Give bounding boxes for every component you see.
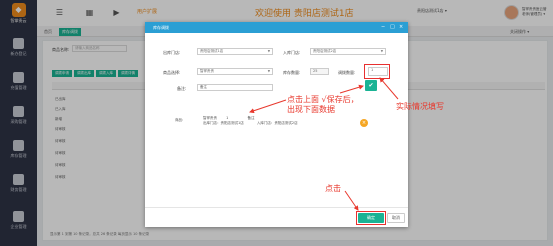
item-name: 智掌贵贵 [203,116,217,120]
modal-header: 库存调拨 − □ × [145,22,408,33]
transfer-qty-label: 调拨数量: [338,70,356,75]
delete-item-icon[interactable]: × [360,119,368,127]
annotation-fill-note: 实际情况填写 [396,102,444,111]
qty-highlight-box [364,64,390,79]
item-in-store: 入库门店：贵阳店测试2店 [256,121,298,125]
out-store-select[interactable]: 贵阳店测试1店 ▼ [197,48,273,55]
remark-field[interactable]: 备注 [197,84,273,91]
close-icon[interactable]: × [399,24,403,30]
modal-title: 库存调拨 [153,25,169,30]
in-store-label: 入库门店: [283,50,301,55]
chevron-down-icon: ▼ [267,49,270,53]
product-select[interactable]: 智掌贵贵 ▼ [197,68,273,75]
save-check-button[interactable]: ✔ [365,80,377,91]
in-store-value: 贵阳店测试2店 [313,49,337,53]
product-label: 商品选择: [163,70,181,75]
remark-label: 备注: [177,86,187,91]
item-out-store: 出库门店：贵阳店测试1店 [203,121,244,125]
out-store-label: 出库门店: [163,50,181,55]
product-value: 智掌贵贵 [200,69,214,73]
in-store-select[interactable]: 贵阳店测试2店 ▼ [310,48,386,55]
check-icon: ✔ [368,82,374,89]
modal-footer-divider [145,207,408,208]
cancel-button[interactable]: 取消 [387,213,405,223]
item-remark: 备注 [247,116,255,120]
stock-label: 库存数量: [283,70,301,75]
annotation-click-note: 点击 [325,184,341,193]
maximize-icon[interactable]: □ [390,24,395,30]
item-label: 商品: [175,118,184,122]
stock-field: 25 [310,68,329,75]
confirm-highlight-box [356,211,386,225]
item-qty: 1 [226,116,229,120]
annotation-save-note: 点击上面 √保存后，出现下面数据 [287,95,359,114]
chevron-down-icon: ▼ [267,69,270,73]
item-detail: 智掌贵贵 1 备注 出库门店：贵阳店测试1店 入库门店：贵阳店测试2店 [203,116,298,126]
out-store-value: 贵阳店测试1店 [200,49,224,53]
chevron-down-icon: ▼ [380,49,383,53]
minimize-icon[interactable]: − [381,24,385,30]
